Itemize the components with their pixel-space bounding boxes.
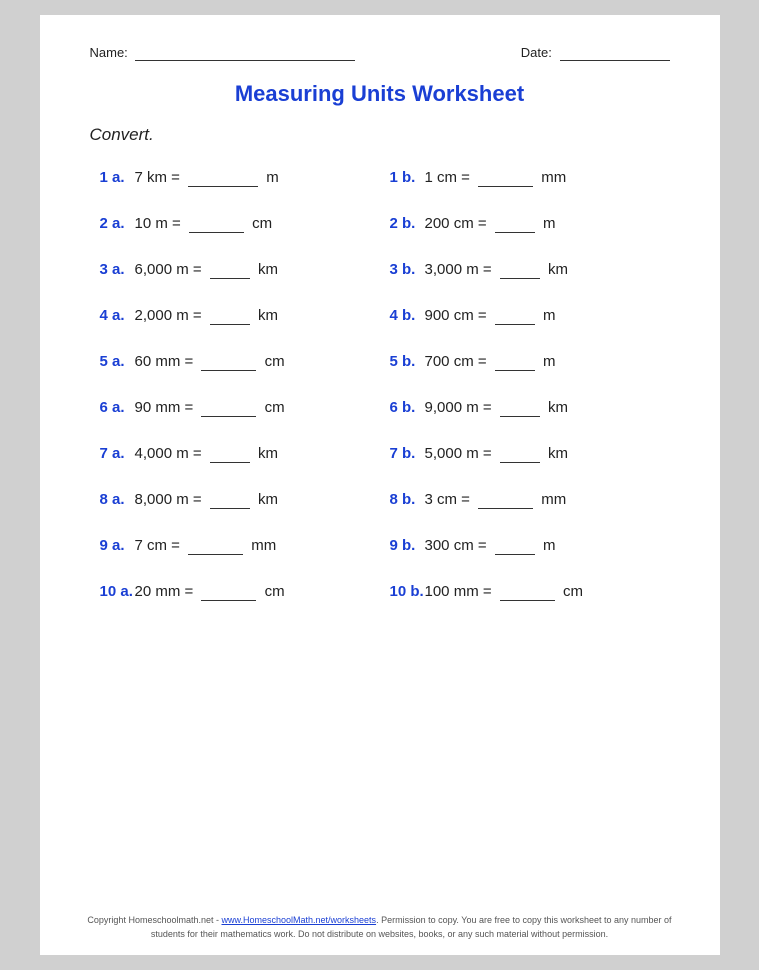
- answer-blank[interactable]: [188, 169, 258, 187]
- problem-number: 4 b.: [390, 307, 425, 324]
- date-label: Date:: [521, 45, 552, 60]
- problem-number: 8 b.: [390, 491, 425, 508]
- page-title: Measuring Units Worksheet: [90, 81, 670, 107]
- worksheet-page: Name: Date: Measuring Units Worksheet Co…: [40, 15, 720, 955]
- problem-text: 90 mm = cm: [135, 399, 285, 417]
- problem-row: 7 a. 4,000 m = km: [90, 431, 380, 477]
- problem-number: 3 a.: [100, 261, 135, 278]
- problem-row: 4 a. 2,000 m = km: [90, 293, 380, 339]
- problem-text: 900 cm = m: [425, 307, 556, 325]
- problem-number: 7 b.: [390, 445, 425, 462]
- answer-blank[interactable]: [495, 215, 535, 233]
- problem-row: 4 b. 900 cm = m: [380, 293, 670, 339]
- problems-grid: 1 a. 7 km = m 1 b. 1 cm = mm 2 a. 10 m =…: [90, 155, 670, 615]
- answer-blank[interactable]: [495, 353, 535, 371]
- problem-row: 1 a. 7 km = m: [90, 155, 380, 201]
- problem-row: 9 a. 7 cm = mm: [90, 523, 380, 569]
- problem-number: 9 a.: [100, 537, 135, 554]
- problem-number: 7 a.: [100, 445, 135, 462]
- problem-text: 8,000 m = km: [135, 491, 278, 509]
- problem-number: 6 b.: [390, 399, 425, 416]
- answer-blank[interactable]: [201, 399, 256, 417]
- answer-blank[interactable]: [210, 491, 250, 509]
- problem-row: 10 b. 100 mm = cm: [380, 569, 670, 615]
- problem-text: 300 cm = m: [425, 537, 556, 555]
- answer-blank[interactable]: [210, 261, 250, 279]
- problem-text: 60 mm = cm: [135, 353, 285, 371]
- problem-text: 3,000 m = km: [425, 261, 568, 279]
- problem-row: 6 a. 90 mm = cm: [90, 385, 380, 431]
- answer-blank[interactable]: [495, 537, 535, 555]
- problem-number: 5 b.: [390, 353, 425, 370]
- answer-blank[interactable]: [201, 583, 256, 601]
- problem-text: 10 m = cm: [135, 215, 273, 233]
- problem-row: 3 a. 6,000 m = km: [90, 247, 380, 293]
- problem-row: 2 a. 10 m = cm: [90, 201, 380, 247]
- problem-text: 200 cm = m: [425, 215, 556, 233]
- problem-row: 6 b. 9,000 m = km: [380, 385, 670, 431]
- problem-row: 3 b. 3,000 m = km: [380, 247, 670, 293]
- name-label: Name:: [90, 45, 128, 60]
- answer-blank[interactable]: [201, 353, 256, 371]
- problem-number: 9 b.: [390, 537, 425, 554]
- answer-blank[interactable]: [189, 215, 244, 233]
- answer-blank[interactable]: [500, 583, 555, 601]
- header: Name: Date:: [90, 45, 670, 61]
- problem-text: 7 cm = mm: [135, 537, 277, 555]
- problem-text: 1 cm = mm: [425, 169, 567, 187]
- problem-text: 5,000 m = km: [425, 445, 568, 463]
- footer-text1: Copyright Homeschoolmath.net -: [87, 915, 221, 925]
- date-field: Date:: [521, 45, 670, 61]
- problem-number: 6 a.: [100, 399, 135, 416]
- answer-blank[interactable]: [210, 445, 250, 463]
- problem-number: 2 b.: [390, 215, 425, 232]
- problem-number: 5 a.: [100, 353, 135, 370]
- footer: Copyright Homeschoolmath.net - www.Homes…: [40, 914, 720, 941]
- problem-text: 4,000 m = km: [135, 445, 278, 463]
- problem-text: 700 cm = m: [425, 353, 556, 371]
- answer-blank[interactable]: [210, 307, 250, 325]
- problem-row: 1 b. 1 cm = mm: [380, 155, 670, 201]
- answer-blank[interactable]: [500, 445, 540, 463]
- problem-number: 4 a.: [100, 307, 135, 324]
- problem-number: 10 a.: [100, 583, 135, 600]
- problem-number: 3 b.: [390, 261, 425, 278]
- problem-text: 2,000 m = km: [135, 307, 278, 325]
- problem-row: 5 a. 60 mm = cm: [90, 339, 380, 385]
- name-underline: [135, 45, 355, 61]
- problem-row: 9 b. 300 cm = m: [380, 523, 670, 569]
- problem-text: 9,000 m = km: [425, 399, 568, 417]
- name-field: Name:: [90, 45, 356, 61]
- problem-number: 8 a.: [100, 491, 135, 508]
- problem-text: 20 mm = cm: [135, 583, 285, 601]
- problem-text: 3 cm = mm: [425, 491, 567, 509]
- problem-number: 2 a.: [100, 215, 135, 232]
- problem-row: 7 b. 5,000 m = km: [380, 431, 670, 477]
- problem-text: 6,000 m = km: [135, 261, 278, 279]
- convert-label: Convert.: [90, 125, 670, 145]
- problem-number: 10 b.: [390, 583, 425, 600]
- answer-blank[interactable]: [188, 537, 243, 555]
- problem-row: 8 b. 3 cm = mm: [380, 477, 670, 523]
- problem-row: 10 a. 20 mm = cm: [90, 569, 380, 615]
- answer-blank[interactable]: [478, 491, 533, 509]
- answer-blank[interactable]: [500, 261, 540, 279]
- footer-link[interactable]: www.HomeschoolMath.net/worksheets: [221, 915, 376, 925]
- problem-row: 5 b. 700 cm = m: [380, 339, 670, 385]
- problem-row: 2 b. 200 cm = m: [380, 201, 670, 247]
- problem-text: 7 km = m: [135, 169, 279, 187]
- answer-blank[interactable]: [500, 399, 540, 417]
- problem-text: 100 mm = cm: [425, 583, 583, 601]
- answer-blank[interactable]: [478, 169, 533, 187]
- problem-number: 1 b.: [390, 169, 425, 186]
- problem-number: 1 a.: [100, 169, 135, 186]
- date-underline: [560, 45, 670, 61]
- answer-blank[interactable]: [495, 307, 535, 325]
- problem-row: 8 a. 8,000 m = km: [90, 477, 380, 523]
